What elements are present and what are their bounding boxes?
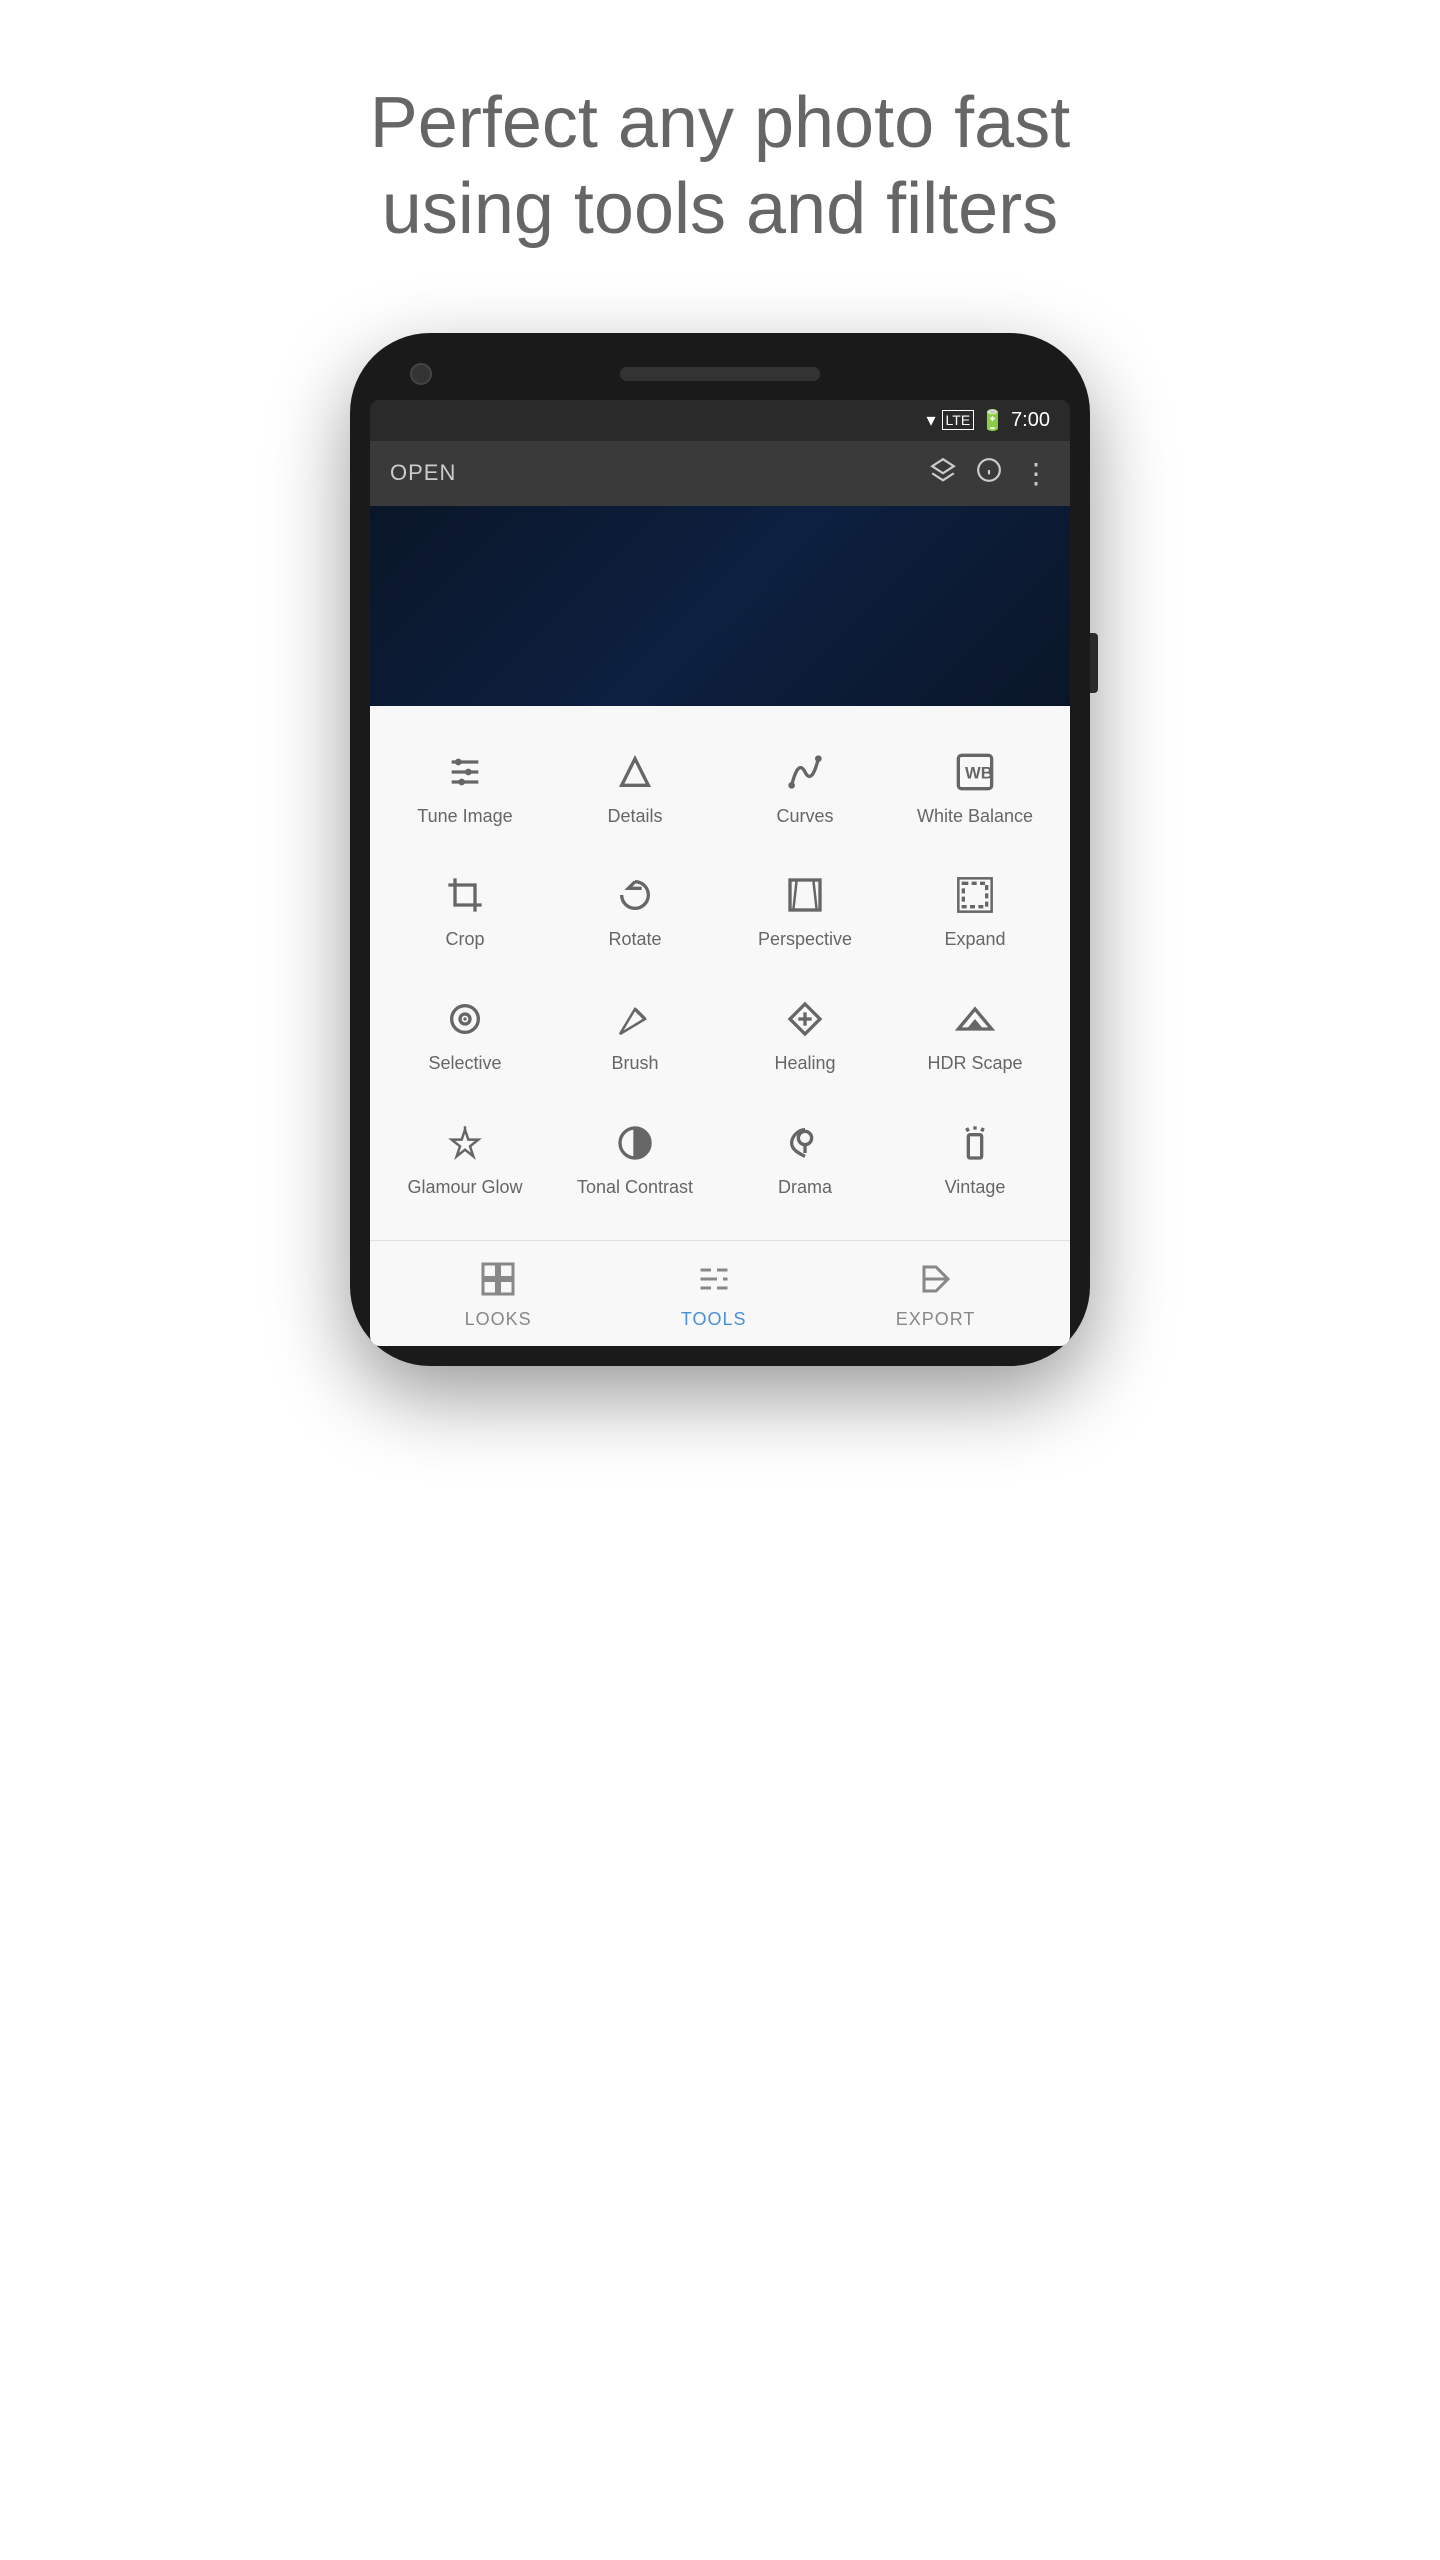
svg-text:WB: WB bbox=[965, 763, 993, 782]
tool-crop-label: Crop bbox=[445, 929, 484, 951]
vintage-icon bbox=[951, 1119, 999, 1167]
camera-sensor bbox=[410, 363, 432, 385]
bottom-nav: LOOKS TOOLS bbox=[370, 1240, 1070, 1346]
nav-export[interactable]: EXPORT bbox=[896, 1257, 976, 1330]
looks-icon bbox=[476, 1257, 520, 1301]
headline: Perfect any photo fast using tools and f… bbox=[270, 80, 1170, 253]
tool-drama[interactable]: Drama bbox=[720, 1097, 890, 1221]
tool-curves[interactable]: Curves bbox=[720, 726, 890, 850]
looks-label: LOOKS bbox=[465, 1309, 532, 1330]
hdr-scape-icon bbox=[951, 995, 999, 1043]
expand-icon bbox=[951, 871, 999, 919]
tool-tonal-contrast-label: Tonal Contrast bbox=[577, 1177, 693, 1199]
tools-panel: Tune Image Details bbox=[370, 706, 1070, 1240]
brush-icon bbox=[611, 995, 659, 1043]
tools-icon bbox=[692, 1257, 736, 1301]
tool-perspective[interactable]: Perspective bbox=[720, 849, 890, 973]
drama-icon bbox=[781, 1119, 829, 1167]
tool-perspective-label: Perspective bbox=[758, 929, 852, 951]
tonal-contrast-icon bbox=[611, 1119, 659, 1167]
healing-icon bbox=[781, 995, 829, 1043]
glamour-glow-icon bbox=[441, 1119, 489, 1167]
tool-vintage[interactable]: Vintage bbox=[890, 1097, 1060, 1221]
photo-preview bbox=[370, 506, 1070, 706]
tool-hdr-scape-label: HDR Scape bbox=[927, 1053, 1022, 1075]
clock: 7:00 bbox=[1011, 409, 1050, 432]
tool-tune-image[interactable]: Tune Image bbox=[380, 726, 550, 850]
tool-curves-label: Curves bbox=[776, 806, 833, 828]
nav-looks[interactable]: LOOKS bbox=[465, 1257, 532, 1330]
tool-tune-image-label: Tune Image bbox=[417, 806, 512, 828]
phone-screen: ▾ LTE 🔋 7:00 OPEN bbox=[370, 400, 1070, 1346]
export-label: EXPORT bbox=[896, 1309, 976, 1330]
status-icons: ▾ LTE 🔋 7:00 bbox=[926, 408, 1050, 433]
tool-healing[interactable]: Healing bbox=[720, 973, 890, 1097]
speaker-grille bbox=[620, 367, 820, 381]
tool-glamour-glow[interactable]: Glamour Glow bbox=[380, 1097, 550, 1221]
wifi-icon: ▾ bbox=[926, 410, 935, 431]
tool-expand-label: Expand bbox=[944, 929, 1005, 951]
perspective-icon bbox=[781, 871, 829, 919]
tools-label: TOOLS bbox=[681, 1309, 747, 1330]
phone-top bbox=[370, 353, 1070, 400]
more-icon[interactable]: ⋮ bbox=[1022, 457, 1050, 490]
headline-line2: using tools and filters bbox=[382, 169, 1058, 249]
nav-tools[interactable]: TOOLS bbox=[681, 1257, 747, 1330]
tools-grid: Tune Image Details bbox=[380, 726, 1060, 1220]
tool-hdr-scape[interactable]: HDR Scape bbox=[890, 973, 1060, 1097]
phone-side-button bbox=[1090, 633, 1098, 693]
tool-rotate[interactable]: Rotate bbox=[550, 849, 720, 973]
export-icon bbox=[914, 1257, 958, 1301]
battery-icon: 🔋 bbox=[980, 408, 1005, 433]
details-icon bbox=[611, 748, 659, 796]
tune-image-icon bbox=[441, 748, 489, 796]
toolbar-icons: ⋮ bbox=[930, 457, 1050, 490]
tool-white-balance[interactable]: WB White Balance bbox=[890, 726, 1060, 850]
info-icon[interactable] bbox=[976, 457, 1002, 490]
tool-rotate-label: Rotate bbox=[608, 929, 661, 951]
phone-body: ▾ LTE 🔋 7:00 OPEN bbox=[350, 333, 1090, 1366]
tool-white-balance-label: White Balance bbox=[917, 806, 1033, 828]
tool-selective[interactable]: Selective bbox=[380, 973, 550, 1097]
tool-glamour-glow-label: Glamour Glow bbox=[407, 1177, 522, 1199]
crop-icon bbox=[441, 871, 489, 919]
curves-icon bbox=[781, 748, 829, 796]
tool-drama-label: Drama bbox=[778, 1177, 832, 1199]
tool-details[interactable]: Details bbox=[550, 726, 720, 850]
tool-healing-label: Healing bbox=[774, 1053, 835, 1075]
tool-details-label: Details bbox=[607, 806, 662, 828]
status-bar: ▾ LTE 🔋 7:00 bbox=[370, 400, 1070, 441]
tool-selective-label: Selective bbox=[428, 1053, 501, 1075]
phone-mockup: ▾ LTE 🔋 7:00 OPEN bbox=[350, 333, 1090, 1366]
tool-vintage-label: Vintage bbox=[945, 1177, 1006, 1199]
white-balance-icon: WB bbox=[951, 748, 999, 796]
selective-icon bbox=[441, 995, 489, 1043]
headline-line1: Perfect any photo fast bbox=[370, 83, 1070, 163]
tool-expand[interactable]: Expand bbox=[890, 849, 1060, 973]
tool-brush-label: Brush bbox=[611, 1053, 658, 1075]
tool-crop[interactable]: Crop bbox=[380, 849, 550, 973]
tool-tonal-contrast[interactable]: Tonal Contrast bbox=[550, 1097, 720, 1221]
app-toolbar: OPEN ⋮ bbox=[370, 441, 1070, 506]
rotate-icon bbox=[611, 871, 659, 919]
layers-icon[interactable] bbox=[930, 457, 956, 490]
tool-brush[interactable]: Brush bbox=[550, 973, 720, 1097]
lte-indicator: LTE bbox=[942, 410, 975, 430]
open-button[interactable]: OPEN bbox=[390, 460, 918, 486]
